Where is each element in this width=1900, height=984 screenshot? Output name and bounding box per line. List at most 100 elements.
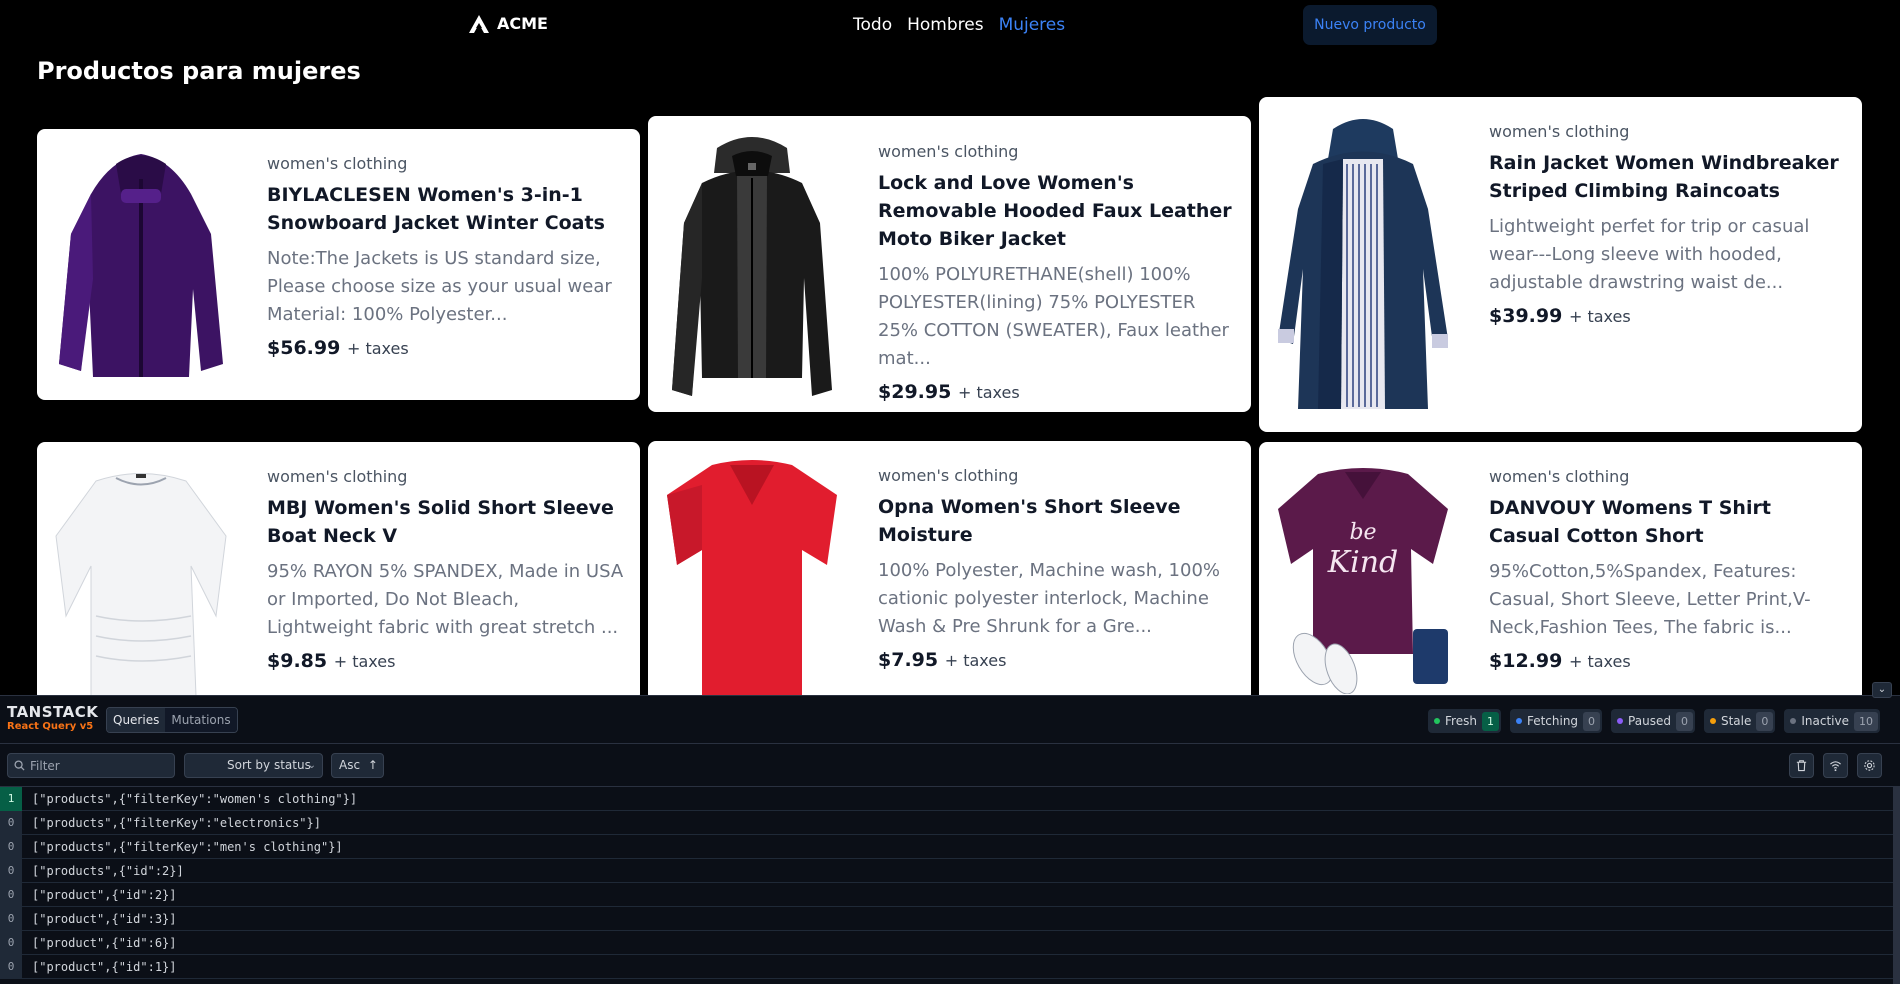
search-icon: [14, 760, 25, 771]
status-count: 0: [1675, 711, 1693, 731]
product-title: Opna Women's Short Sleeve Moisture: [878, 496, 1181, 546]
product-price: $56.99 + taxes: [267, 337, 624, 359]
product-price: $39.99 + taxes: [1489, 305, 1846, 327]
shirt-print-be: be: [1349, 520, 1376, 545]
product-card[interactable]: be Kind women's clothing DANVOUY Womens …: [1259, 442, 1862, 702]
query-list: 1 ["products",{"filterKey":"women's clot…: [0, 786, 1893, 979]
status-dot-icon: [1709, 718, 1716, 724]
sort-select[interactable]: Sort by status ⌄: [184, 753, 323, 778]
sort-order-button[interactable]: Asc ↑: [331, 753, 384, 778]
product-category: women's clothing: [267, 154, 408, 173]
status-dot-icon: [1790, 718, 1797, 724]
query-row[interactable]: 0 ["product",{"id":3}]: [0, 906, 1893, 931]
observer-count: 0: [0, 906, 22, 931]
query-list-scrollbar[interactable]: [1893, 787, 1900, 984]
observer-count: 0: [0, 834, 22, 859]
product-card[interactable]: women's clothing BIYLACLESEN Women's 3-i…: [37, 129, 640, 400]
filter-input[interactable]: [30, 758, 170, 773]
status-fetching[interactable]: Fetching 0: [1509, 709, 1603, 733]
product-image: [1278, 119, 1448, 409]
devtools-brand[interactable]: TANSTACK React Query v5: [7, 704, 98, 733]
tax-note: + taxes: [1568, 652, 1631, 671]
price-value: $56.99: [267, 337, 341, 359]
query-key: ["product",{"id":6}]: [32, 935, 177, 950]
observer-count: 0: [0, 858, 22, 883]
status-stale[interactable]: Stale 0: [1703, 709, 1776, 733]
product-title: MBJ Women's Solid Short Sleeve Boat Neck…: [267, 497, 614, 547]
settings-button[interactable]: [1857, 753, 1882, 778]
nav-link-mujeres[interactable]: Mujeres: [999, 15, 1066, 35]
page-title: Productos para mujeres: [37, 57, 361, 85]
tab-queries[interactable]: Queries: [107, 708, 166, 732]
query-row[interactable]: 0 ["product",{"id":6}]: [0, 930, 1893, 955]
product-info: women's clothing BIYLACLESEN Women's 3-i…: [267, 154, 624, 359]
price-value: $9.85: [267, 650, 328, 672]
query-row[interactable]: 0 ["products",{"id":2}]: [0, 858, 1893, 883]
filter-field: [7, 753, 175, 778]
status-label: Fresh: [1445, 714, 1477, 728]
tax-note: + taxes: [333, 652, 396, 671]
query-key: ["products",{"filterKey":"men's clothing…: [32, 839, 343, 854]
offline-toggle-button[interactable]: [1823, 753, 1848, 778]
sort-label: Sort by status: [227, 758, 311, 772]
query-row[interactable]: 1 ["products",{"filterKey":"women's clot…: [0, 786, 1893, 811]
status-count: 10: [1854, 711, 1878, 731]
gear-icon: [1864, 760, 1875, 771]
product-card[interactable]: women's clothing Opna Women's Short Slee…: [648, 441, 1251, 702]
product-description: 95%Cotton,5%Spandex, Features: Casual, S…: [1489, 561, 1811, 638]
tab-mutations[interactable]: Mutations: [165, 708, 237, 732]
observer-count: 0: [0, 930, 22, 955]
query-row[interactable]: 0 ["product",{"id":2}]: [0, 882, 1893, 907]
category-menu: Todo Hombres Mujeres: [853, 15, 1065, 35]
top-nav: ACME Todo Hombres Mujeres Nuevo producto: [0, 0, 1900, 50]
product-card[interactable]: women's clothing Lock and Love Women's R…: [648, 116, 1251, 412]
observer-count: 0: [0, 882, 22, 907]
devtools-toolbar: Sort by status ⌄ Asc ↑: [0, 744, 1900, 787]
product-title: Rain Jacket Women Windbreaker Striped Cl…: [1489, 152, 1839, 202]
product-description: Lightweight perfet for trip or casual we…: [1489, 216, 1810, 293]
query-row[interactable]: 0 ["products",{"filterKey":"men's clothi…: [0, 834, 1893, 859]
price-value: $12.99: [1489, 650, 1563, 672]
brand-logo[interactable]: ACME: [469, 14, 548, 33]
status-counts: Fresh 1 Fetching 0 Paused 0 Stale 0 Inac…: [1428, 709, 1880, 733]
product-description: Note:The Jackets is US standard size, Pl…: [267, 248, 612, 325]
tax-note: + taxes: [944, 651, 1007, 670]
status-fresh[interactable]: Fresh 1: [1428, 709, 1501, 733]
query-devtools-panel: ⌄ TANSTACK React Query v5 Queries Mutati…: [0, 682, 1900, 984]
query-key: ["product",{"id":1}]: [32, 959, 177, 974]
tax-note: + taxes: [1568, 307, 1631, 326]
product-image: [55, 473, 227, 697]
tax-note: + taxes: [346, 339, 409, 358]
status-inactive[interactable]: Inactive 10: [1784, 709, 1880, 733]
devtools-actions: [1789, 753, 1882, 778]
trash-icon: [1796, 760, 1807, 772]
product-card[interactable]: women's clothing Rain Jacket Women Windb…: [1259, 97, 1862, 432]
nav-link-todo[interactable]: Todo: [853, 15, 892, 35]
query-key: ["products",{"id":2}]: [32, 863, 184, 878]
status-count: 0: [1583, 711, 1601, 731]
observer-count: 1: [0, 786, 22, 811]
query-key: ["products",{"filterKey":"electronics"}]: [32, 815, 321, 830]
query-key: ["products",{"filterKey":"women's clothi…: [32, 791, 358, 806]
status-count: 0: [1756, 711, 1774, 731]
query-row[interactable]: 0 ["product",{"id":1}]: [0, 954, 1893, 979]
clear-cache-button[interactable]: [1789, 753, 1814, 778]
product-price: $9.85 + taxes: [267, 650, 624, 672]
nav-link-hombres[interactable]: Hombres: [907, 15, 983, 35]
product-info: women's clothing Opna Women's Short Slee…: [878, 466, 1235, 671]
product-info: women's clothing Lock and Love Women's R…: [878, 142, 1235, 403]
status-paused[interactable]: Paused 0: [1611, 709, 1695, 733]
query-row[interactable]: 0 ["products",{"filterKey":"electronics"…: [0, 810, 1893, 835]
product-info: women's clothing DANVOUY Womens T Shirt …: [1489, 467, 1846, 672]
arrow-up-icon: ↑: [367, 758, 378, 772]
status-label: Stale: [1720, 714, 1752, 728]
status-label: Fetching: [1526, 714, 1579, 728]
product-card[interactable]: women's clothing MBJ Women's Solid Short…: [37, 442, 640, 702]
status-dot-icon: [1617, 718, 1624, 724]
product-image: [59, 154, 223, 377]
new-product-button[interactable]: Nuevo producto: [1303, 5, 1437, 45]
acme-logo-icon: [469, 14, 489, 33]
price-value: $7.95: [878, 649, 939, 671]
sort-order-label: Asc: [339, 758, 361, 772]
product-category: women's clothing: [878, 466, 1019, 485]
